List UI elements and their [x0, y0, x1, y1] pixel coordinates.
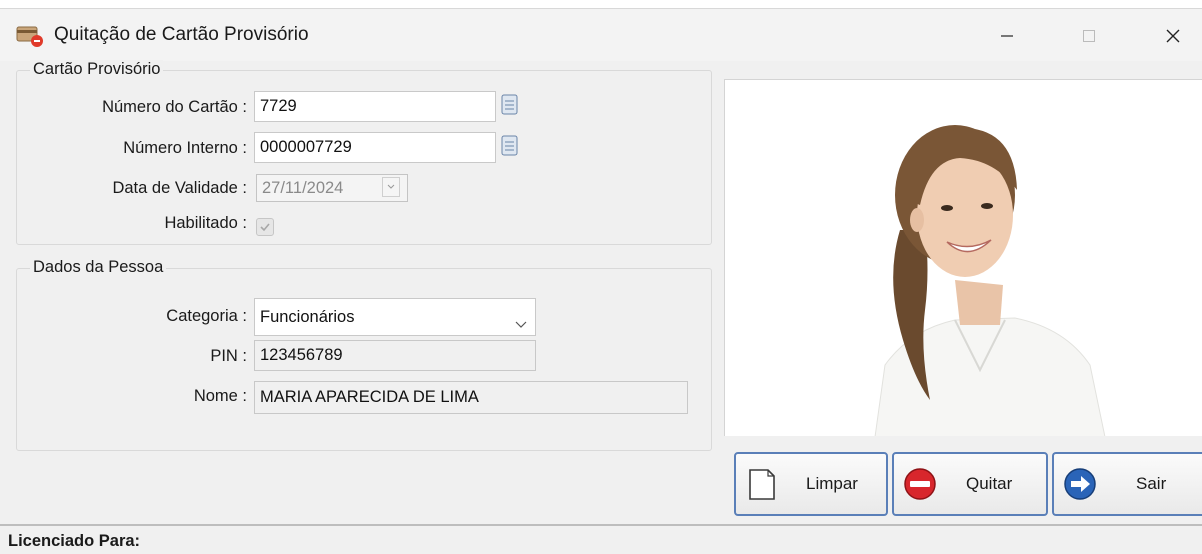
data-validade-label: Data de Validade : — [112, 179, 247, 197]
nome-field[interactable]: MARIA APARECIDA DE LIMA — [254, 381, 688, 414]
minimize-button[interactable] — [984, 19, 1030, 53]
lookup-icon[interactable] — [500, 93, 520, 117]
categoria-value: Funcionários — [260, 308, 355, 326]
card-payment-icon — [16, 24, 44, 48]
habilitado-checkbox[interactable] — [256, 218, 274, 236]
limpar-label: Limpar — [806, 474, 858, 493]
no-entry-icon — [902, 466, 938, 502]
window-title: Quitação de Cartão Provisório — [54, 24, 309, 45]
numero-cartao-field[interactable]: 7729 — [254, 91, 496, 122]
quitar-label: Quitar — [966, 474, 1013, 493]
sair-button[interactable]: Sair — [1052, 452, 1202, 516]
title-bar: Quitação de Cartão Provisório — [0, 9, 1202, 61]
habilitado-label: Habilitado : — [164, 214, 247, 232]
pessoa-group-title: Dados da Pessoa — [30, 258, 167, 277]
maximize-button[interactable] — [1066, 19, 1112, 53]
exit-arrow-icon — [1062, 466, 1098, 502]
numero-cartao-label: Número do Cartão : — [102, 98, 247, 116]
pin-label: PIN : — [210, 347, 247, 365]
window: Quitação de Cartão Provisório Cartão Pro… — [0, 8, 1202, 554]
categoria-label: Categoria : — [166, 307, 247, 325]
blank-page-icon — [744, 466, 780, 502]
licenciado-label: Licenciado Para: — [8, 532, 141, 550]
date-dropdown-button[interactable] — [382, 177, 400, 197]
chevron-down-icon — [513, 309, 529, 328]
cartao-group-title: Cartão Provisório — [30, 60, 164, 79]
pin-field[interactable]: 123456789 — [254, 340, 536, 371]
status-bar: Licenciado Para: — [0, 524, 1202, 554]
categoria-select[interactable]: Funcionários — [254, 298, 536, 336]
limpar-button[interactable]: Limpar — [734, 452, 888, 516]
numero-interno-label: Número Interno : — [123, 139, 247, 157]
sair-label: Sair — [1136, 474, 1167, 493]
person-photo — [724, 79, 1202, 436]
lookup-icon[interactable] — [500, 134, 520, 158]
close-button[interactable] — [1150, 19, 1196, 53]
nome-label: Nome : — [193, 387, 247, 405]
quitar-button[interactable]: Quitar — [892, 452, 1048, 516]
numero-interno-field[interactable]: 0000007729 — [254, 132, 496, 163]
